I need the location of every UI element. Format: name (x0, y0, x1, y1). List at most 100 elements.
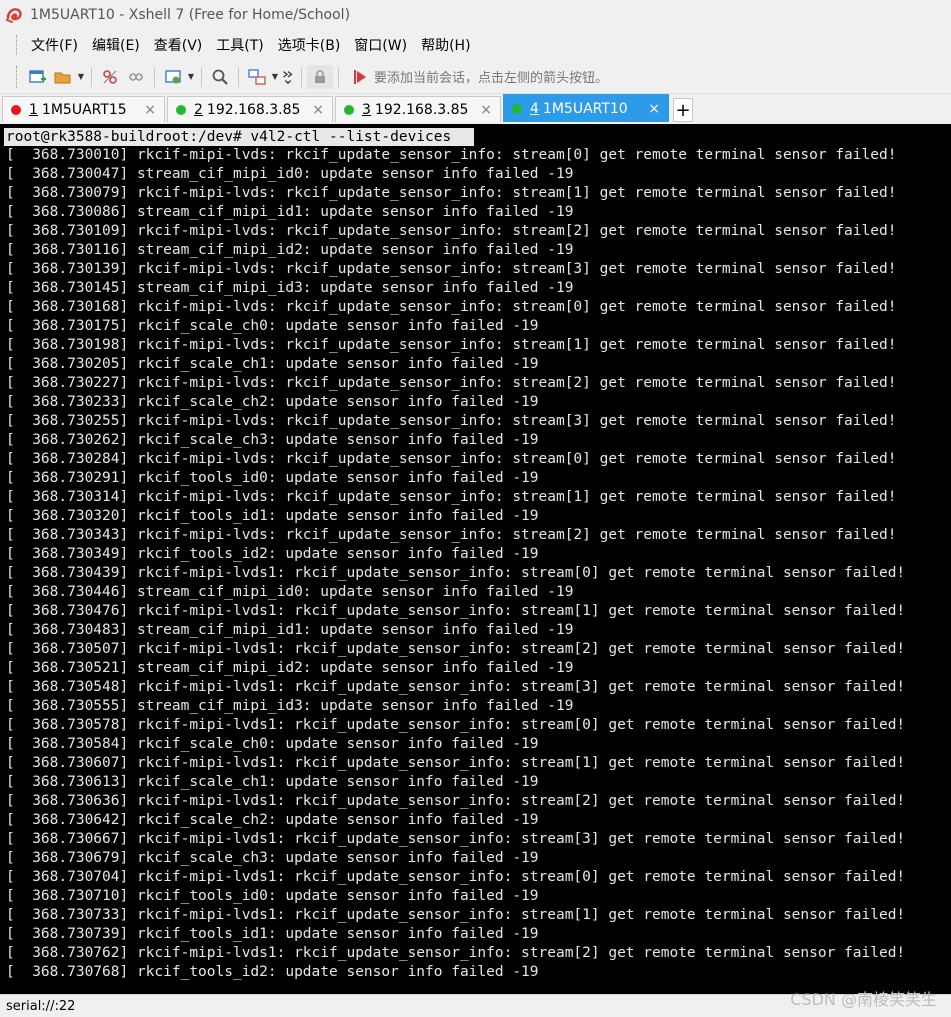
toolbar: ▼ ▼ ▼ 要添加当前会话，点击左侧的箭头按钮。 (0, 60, 951, 94)
tab-session-1[interactable]: 1 1M5UART15 × (2, 96, 165, 122)
terminal-line: [ 368.730205] rkcif_scale_ch1: update se… (6, 356, 539, 372)
terminal-line: [ 368.730483] stream_cif_mipi_id1: updat… (6, 622, 574, 638)
find-icon (212, 69, 228, 85)
terminal-line: [ 368.730667] rkcif-mipi-lvds1: rkcif_up… (6, 831, 906, 847)
status-dot-icon (176, 104, 186, 115)
terminal-line: [ 368.730739] rkcif_tools_id1: update se… (6, 926, 539, 942)
new-tab-button[interactable]: + (673, 98, 693, 122)
terminal-line: [ 368.730284] rkcif-mipi-lvds: rkcif_upd… (6, 451, 897, 467)
terminal-line: [ 368.730476] rkcif-mipi-lvds1: rkcif_up… (6, 603, 906, 619)
add-session-hint: 要添加当前会话，点击左侧的箭头按钮。 (352, 67, 608, 86)
menu-view[interactable]: 查看(V) (147, 33, 210, 57)
menu-grip (16, 35, 20, 55)
new-session-icon (29, 69, 46, 83)
terminal-line: [ 368.730555] stream_cif_mipi_id3: updat… (6, 698, 574, 714)
terminal-output[interactable]: root@rk3588-buildroot:/dev# v4l2-ctl --l… (0, 124, 951, 994)
terminal-line: [ 368.730768] rkcif_tools_id2: update se… (6, 964, 539, 980)
tab-label: 192.168.3.85 (206, 101, 301, 118)
tab-number: 1 (29, 101, 38, 118)
terminal-line: [ 368.730521] stream_cif_mipi_id2: updat… (6, 660, 574, 676)
terminal-line: [ 368.730548] rkcif-mipi-lvds1: rkcif_up… (6, 679, 906, 695)
terminal-line: [ 368.730710] rkcif_tools_id0: update se… (6, 888, 539, 904)
tab-number: 2 (194, 101, 203, 118)
toolbar-separator (301, 66, 302, 87)
status-dot-icon (512, 103, 522, 114)
terminal-lines: [ 368.730010] rkcif-mipi-lvds: rkcif_upd… (6, 146, 905, 982)
terminal-line: [ 368.730642] rkcif_scale_ch2: update se… (6, 812, 539, 828)
reconnect-button[interactable] (123, 65, 149, 89)
terminal-line: [ 368.730255] rkcif-mipi-lvds: rkcif_upd… (6, 413, 897, 429)
tab-close-icon[interactable]: × (480, 102, 492, 118)
new-session-button[interactable] (24, 65, 50, 89)
tab-close-icon[interactable]: × (144, 102, 156, 118)
terminal-line: [ 368.730507] rkcif-mipi-lvds1: rkcif_up… (6, 641, 906, 657)
menu-file[interactable]: 文件(F) (24, 33, 85, 57)
terminal-line: [ 368.730733] rkcif-mipi-lvds1: rkcif_up… (6, 907, 906, 923)
terminal-line: [ 368.730613] rkcif_scale_ch1: update se… (6, 774, 539, 790)
title-bar: 1M5UART10 - Xshell 7 (Free for Home/Scho… (0, 0, 951, 30)
tab-label: 1M5UART15 (41, 101, 127, 118)
tab-session-2[interactable]: 2 192.168.3.85 × (167, 96, 333, 122)
terminal-line: [ 368.730047] stream_cif_mipi_id0: updat… (6, 166, 574, 182)
tab-session-3[interactable]: 3 192.168.3.85 × (335, 96, 501, 122)
status-dot-icon (11, 104, 21, 115)
menu-tabs[interactable]: 选项卡(B) (271, 33, 348, 57)
terminal-line: [ 368.730116] stream_cif_mipi_id2: updat… (6, 242, 574, 258)
terminal-line: [ 368.730227] rkcif-mipi-lvds: rkcif_upd… (6, 375, 897, 391)
toolbar-grip (16, 65, 20, 88)
more-button[interactable] (280, 65, 296, 89)
menu-tools[interactable]: 工具(T) (209, 33, 270, 57)
open-session-dropdown[interactable]: ▼ (76, 65, 86, 89)
connection-address: serial://:22 (6, 998, 76, 1014)
terminal-line: [ 368.730198] rkcif-mipi-lvds: rkcif_upd… (6, 337, 897, 353)
terminal-line: [ 368.730343] rkcif-mipi-lvds: rkcif_upd… (6, 527, 897, 543)
arrow-hint-icon (354, 69, 366, 84)
menu-edit[interactable]: 编辑(E) (85, 33, 147, 57)
menu-window[interactable]: 窗口(W) (347, 33, 414, 57)
terminal-line: [ 368.730233] rkcif_scale_ch2: update se… (6, 394, 539, 410)
command-prompt-line: root@rk3588-buildroot:/dev# v4l2-ctl --l… (4, 128, 474, 146)
terminal-line: [ 368.730762] rkcif-mipi-lvds1: rkcif_up… (6, 945, 906, 961)
terminal-line: [ 368.730175] rkcif_scale_ch0: update se… (6, 318, 539, 334)
terminal-line: [ 368.730139] rkcif-mipi-lvds: rkcif_upd… (6, 261, 897, 277)
session-properties-dropdown[interactable]: ▼ (186, 65, 196, 89)
add-session-hint-text: 要添加当前会话，点击左侧的箭头按钮。 (374, 71, 609, 86)
terminal-line: [ 368.730636] rkcif-mipi-lvds1: rkcif_up… (6, 793, 906, 809)
terminal-line: [ 368.730262] rkcif_scale_ch3: update se… (6, 432, 539, 448)
disconnect-icon (103, 69, 117, 84)
tab-session-4[interactable]: 4 1M5UART10 × (503, 94, 669, 122)
toolbar-separator (91, 66, 92, 87)
more-icon (283, 70, 293, 84)
tab-label: 1M5UART10 (542, 100, 628, 117)
session-tab-bar: 1 1M5UART15 × 2 192.168.3.85 × 3 192.168… (0, 94, 951, 122)
tab-close-icon[interactable]: × (648, 101, 660, 117)
session-properties-button[interactable] (160, 65, 186, 89)
terminal-line: [ 368.730145] stream_cif_mipi_id3: updat… (6, 280, 574, 296)
terminal-line: [ 368.730109] rkcif-mipi-lvds: rkcif_upd… (6, 223, 897, 239)
terminal-line: [ 368.730010] rkcif-mipi-lvds: rkcif_upd… (6, 147, 897, 163)
window-title: 1M5UART10 - Xshell 7 (Free for Home/Scho… (30, 7, 351, 23)
terminal-line: [ 368.730291] rkcif_tools_id0: update se… (6, 470, 539, 486)
find-button[interactable] (207, 65, 233, 89)
transfer-dropdown[interactable]: ▼ (270, 65, 280, 89)
toolbar-separator (154, 66, 155, 87)
terminal-line: [ 368.730086] stream_cif_mipi_id1: updat… (6, 204, 574, 220)
terminal-line: [ 368.730439] rkcif-mipi-lvds1: rkcif_up… (6, 565, 906, 581)
toolbar-separator (201, 66, 202, 87)
open-folder-icon (54, 72, 71, 83)
terminal-line: [ 368.730679] rkcif_scale_ch3: update se… (6, 850, 539, 866)
terminal-line: [ 368.730607] rkcif-mipi-lvds1: rkcif_up… (6, 755, 906, 771)
tab-label: 192.168.3.85 (374, 101, 469, 118)
menu-help[interactable]: 帮助(H) (414, 33, 477, 57)
xshell-logo-icon (6, 6, 24, 24)
tab-close-icon[interactable]: × (312, 102, 324, 118)
terminal-line: [ 368.730349] rkcif_tools_id2: update se… (6, 546, 539, 562)
terminal-line: [ 368.730446] stream_cif_mipi_id0: updat… (6, 584, 574, 600)
lock-button[interactable] (307, 64, 333, 89)
open-session-button[interactable] (50, 65, 76, 89)
terminal-line: [ 368.730314] rkcif-mipi-lvds: rkcif_upd… (6, 489, 897, 505)
disconnect-button[interactable] (97, 65, 123, 89)
terminal-line: [ 368.730079] rkcif-mipi-lvds: rkcif_upd… (6, 185, 897, 201)
session-properties-icon (165, 69, 181, 83)
transfer-button[interactable] (244, 65, 270, 89)
